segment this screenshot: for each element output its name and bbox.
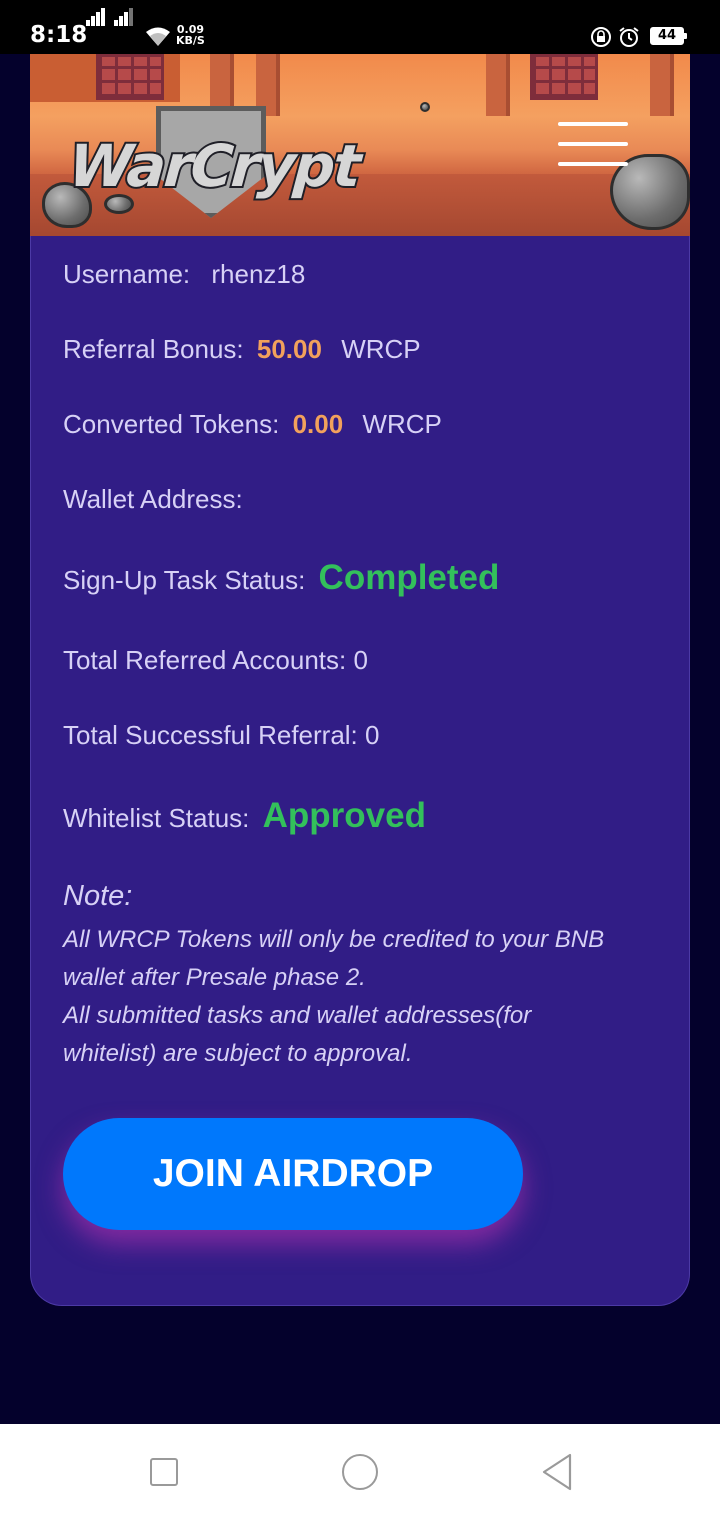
wifi-icon bbox=[146, 27, 170, 46]
network-speed-unit: KB/S bbox=[176, 34, 205, 47]
referral-bonus-label: Referral Bonus: bbox=[63, 334, 244, 364]
converted-tokens-unit: WRCP bbox=[362, 409, 442, 439]
banner-pillar bbox=[650, 54, 674, 116]
note-title: Note: bbox=[63, 880, 133, 912]
converted-tokens-label: Converted Tokens: bbox=[63, 409, 280, 439]
total-referred-row: Total Referred Accounts: 0 bbox=[63, 645, 368, 676]
status-bar: 8:18 0.09 KB/S 44 bbox=[0, 0, 720, 54]
join-airdrop-button[interactable]: JOIN AIRDROP bbox=[63, 1118, 523, 1230]
alarm-icon bbox=[619, 27, 639, 47]
note-line: wallet after Presale phase 2. bbox=[63, 964, 366, 991]
network-speed: 0.09 KB/S bbox=[176, 24, 205, 46]
total-successful-value: 0 bbox=[365, 720, 380, 750]
note-line: whitelist) are subject to approval. bbox=[63, 1040, 413, 1067]
username-row: Username: rhenz18 bbox=[63, 259, 305, 290]
total-successful-label: Total Successful Referral: bbox=[63, 720, 358, 750]
header-banner: WarCrypt bbox=[30, 54, 690, 238]
username-value: rhenz18 bbox=[211, 259, 306, 289]
whitelist-status: Approved bbox=[262, 796, 426, 835]
note-line: All submitted tasks and wallet addresses… bbox=[63, 1002, 532, 1029]
total-successful-row: Total Successful Referral: 0 bbox=[63, 720, 380, 751]
signup-task-row: Sign-Up Task Status: Completed bbox=[63, 558, 499, 598]
navigation-bar bbox=[0, 1424, 720, 1520]
total-referred-value: 0 bbox=[353, 645, 368, 675]
referral-bonus-amount: 50.00 bbox=[256, 334, 322, 364]
banner-window bbox=[530, 54, 598, 100]
converted-tokens-row: Converted Tokens: 0.00 WRCP bbox=[63, 409, 442, 440]
signup-task-status: Completed bbox=[318, 558, 500, 597]
username-label: Username: bbox=[63, 259, 191, 289]
converted-tokens-amount: 0.00 bbox=[292, 409, 344, 439]
banner-window bbox=[96, 54, 164, 100]
home-icon[interactable] bbox=[342, 1454, 378, 1490]
rock-image bbox=[420, 102, 430, 112]
wallet-address-row: Wallet Address: bbox=[63, 484, 249, 515]
referral-bonus-row: Referral Bonus: 50.00 WRCP bbox=[63, 334, 421, 365]
back-icon[interactable] bbox=[540, 1452, 574, 1492]
battery-level: 44 bbox=[657, 28, 677, 43]
whitelist-label: Whitelist Status: bbox=[63, 803, 250, 833]
recent-apps-icon[interactable] bbox=[150, 1458, 178, 1486]
profile-card: Username: rhenz18 Referral Bonus: 50.00 … bbox=[30, 236, 690, 1306]
hamburger-menu-icon[interactable] bbox=[558, 122, 632, 166]
warcrypt-logo[interactable]: WarCrypt bbox=[65, 106, 364, 218]
whitelist-row: Whitelist Status: Approved bbox=[63, 796, 426, 836]
note-line: All WRCP Tokens will only be credited to… bbox=[63, 926, 605, 953]
status-time: 8:18 bbox=[30, 22, 88, 48]
battery-icon: 44 bbox=[650, 27, 687, 45]
banner-pillar bbox=[486, 54, 510, 116]
lock-rotation-icon bbox=[591, 27, 611, 47]
logo-text: WarCrypt bbox=[65, 130, 364, 202]
referral-bonus-unit: WRCP bbox=[341, 334, 421, 364]
signup-task-label: Sign-Up Task Status: bbox=[63, 565, 306, 595]
wallet-address-label: Wallet Address: bbox=[63, 484, 243, 514]
total-referred-label: Total Referred Accounts: bbox=[63, 645, 347, 675]
